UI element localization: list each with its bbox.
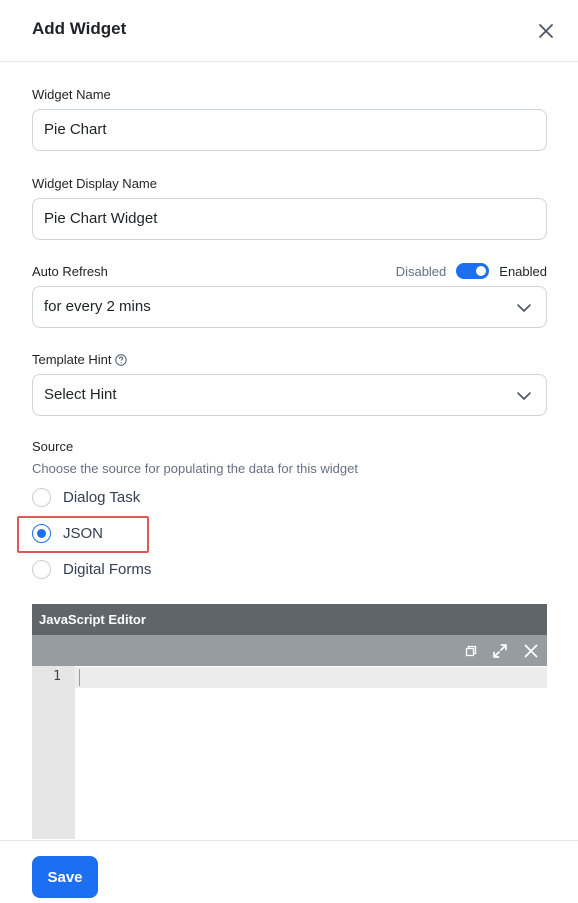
editor-title: JavaScript Editor xyxy=(32,604,547,635)
source-description: Choose the source for populating the dat… xyxy=(32,461,358,476)
widget-display-name-label: Widget Display Name xyxy=(32,176,157,191)
line-number: 1 xyxy=(53,669,61,684)
close-icon[interactable] xyxy=(535,20,557,42)
toggle-disabled-label: Disabled xyxy=(395,263,447,279)
dialog-header: Add Widget xyxy=(0,0,578,62)
radio-button[interactable] xyxy=(32,560,51,579)
chevron-down-icon xyxy=(517,392,531,400)
editor-toolbar xyxy=(32,635,547,666)
toggle-knob xyxy=(476,266,487,276)
code-editor-area[interactable] xyxy=(75,688,547,839)
json-option-highlight xyxy=(17,516,149,553)
save-button[interactable]: Save xyxy=(32,856,98,898)
radio-button[interactable] xyxy=(32,488,51,507)
source-option-label: Digital Forms xyxy=(63,561,152,578)
auto-refresh-label: Auto Refresh xyxy=(32,264,108,279)
widget-display-name-input[interactable]: Pie Chart Widget xyxy=(32,198,547,240)
dialog-title: Add Widget xyxy=(32,19,127,38)
auto-refresh-toggle-row: Disabled Enabled xyxy=(396,263,547,279)
source-option-dialog-task[interactable]: Dialog Task xyxy=(32,488,140,507)
auto-refresh-select[interactable]: for every 2 mins xyxy=(32,286,547,328)
expand-icon[interactable] xyxy=(492,643,508,659)
help-circle-icon[interactable] xyxy=(115,354,128,366)
auto-refresh-toggle[interactable] xyxy=(456,263,490,279)
template-hint-label: Template Hint xyxy=(32,352,128,367)
template-hint-select[interactable]: Select Hint xyxy=(32,374,547,416)
source-option-label: Dialog Task xyxy=(63,489,141,506)
widget-name-label: Widget Name xyxy=(32,87,111,102)
restore-window-icon[interactable] xyxy=(465,645,477,657)
text-cursor xyxy=(79,669,80,686)
editor-active-line[interactable] xyxy=(75,667,547,688)
widget-name-input[interactable]: Pie Chart xyxy=(32,109,547,151)
auto-refresh-selected-value: for every 2 mins xyxy=(44,298,151,315)
source-option-digital-forms[interactable]: Digital Forms xyxy=(32,560,151,579)
template-hint-label-text: Template Hint xyxy=(32,352,112,367)
close-editor-icon[interactable] xyxy=(523,643,539,659)
template-hint-selected-value: Select Hint xyxy=(44,386,117,403)
editor-gutter xyxy=(32,666,75,839)
toggle-enabled-label: Enabled xyxy=(499,263,547,279)
chevron-down-icon xyxy=(517,304,531,312)
source-label: Source xyxy=(32,439,74,454)
